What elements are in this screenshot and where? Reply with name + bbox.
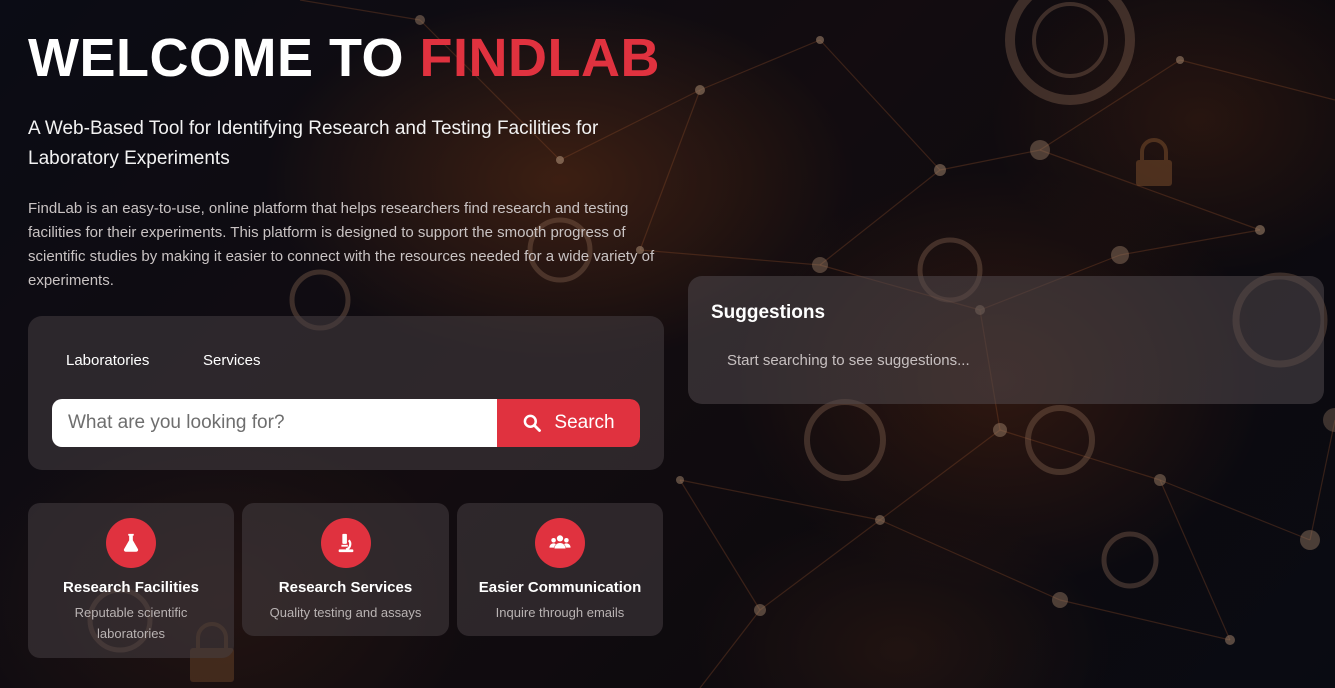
feature-card-research-facilities: Research Facilities Reputable scientific…	[28, 503, 234, 658]
microscope-icon	[338, 533, 353, 553]
search-button[interactable]: Search	[497, 399, 640, 447]
feature-icon-badge	[320, 518, 371, 568]
flask-icon	[123, 533, 139, 552]
tab-laboratories[interactable]: Laboratories	[66, 352, 149, 369]
users-icon	[549, 535, 571, 549]
search-bar: Search	[52, 399, 640, 447]
feature-card-research-services: Research Services Quality testing and as…	[242, 503, 449, 636]
feature-subtitle: Quality testing and assays	[269, 605, 422, 620]
search-input[interactable]	[52, 399, 497, 447]
feature-title: Easier Communication	[478, 579, 642, 596]
page-title: WELCOME TO FINDLAB	[28, 28, 660, 88]
feature-subtitle: Inquire through emails	[495, 605, 625, 620]
suggestions-title: Suggestions	[711, 302, 826, 323]
feature-title: Research Services	[278, 579, 413, 596]
feature-icon-badge	[535, 518, 585, 568]
suggestions-panel: Suggestions Start searching to see sugge…	[688, 276, 1324, 404]
feature-title: Research Facilities	[63, 579, 199, 596]
hero-description: FindLab is an easy-to-use, online platfo…	[28, 200, 655, 289]
search-panel: Laboratories Services Search	[28, 316, 664, 470]
title-brand: FINDLAB	[419, 28, 660, 88]
feature-subtitle: Reputable scientific laboratories	[74, 605, 188, 641]
suggestions-empty-text: Start searching to see suggestions...	[727, 352, 970, 369]
search-icon	[524, 414, 542, 432]
feature-icon-badge	[106, 518, 156, 568]
title-prefix: WELCOME TO	[28, 28, 420, 88]
landing-page: WELCOME TO FINDLAB A Web-Based Tool for …	[0, 0, 1335, 688]
hero-subtitle: A Web-Based Tool for Identifying Researc…	[28, 118, 599, 169]
feature-card-easier-communication: Easier Communication Inquire through ema…	[457, 503, 663, 636]
search-button-label: Search	[554, 412, 615, 433]
tab-services[interactable]: Services	[203, 352, 261, 369]
